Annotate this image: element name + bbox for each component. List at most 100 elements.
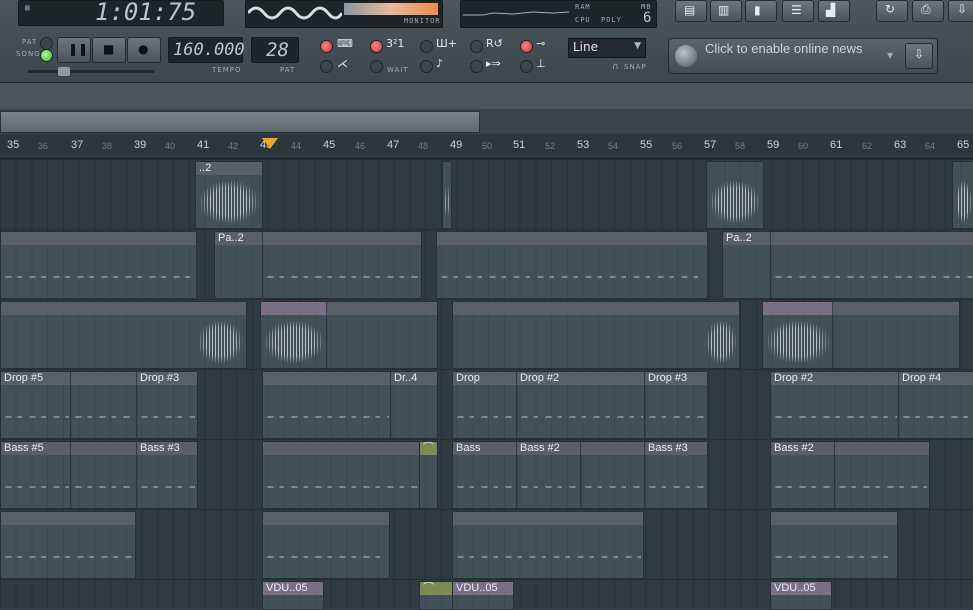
pattern-clip[interactable]: Bass #5 [0, 441, 72, 509]
countdown-toggle[interactable] [370, 40, 383, 53]
clip-header [835, 442, 929, 455]
pattern-clip[interactable] [580, 441, 646, 509]
pattern-clip[interactable] [262, 231, 422, 299]
snap-select[interactable]: Line ▼ [568, 38, 646, 58]
playlist-track-1[interactable] [0, 159, 973, 230]
stop-button[interactable]: ■ [92, 37, 126, 63]
scrollbar-thumb[interactable] [0, 111, 480, 133]
automation-clip[interactable]: ⌒ [419, 441, 438, 509]
pattern-clip[interactable]: Drop #2 [516, 371, 646, 439]
audio-clip[interactable] [442, 161, 452, 229]
save-button[interactable]: ⎙ [912, 0, 944, 22]
audio-clip[interactable] [952, 161, 973, 229]
clip-name: Bass [453, 442, 517, 455]
pattern-clip[interactable] [436, 231, 708, 299]
piano-roll-button[interactable]: ▮ [745, 0, 777, 22]
pattern-clip[interactable]: Drop #5 [0, 371, 72, 439]
step-sequencer-button[interactable]: ▥ [710, 0, 742, 22]
pattern-clip[interactable]: Pa..2 [722, 231, 772, 299]
playlist-area[interactable]: ..2 Pa..2 Pa..2 Drop #5 Drop #3 Dr..4 Dr… [0, 159, 973, 610]
stop-icon: ■ [103, 42, 115, 56]
timeline-ruler[interactable]: 35 36 37 38 39 40 41 42 43 44 45 46 47 4… [0, 134, 973, 159]
pattern-clip[interactable]: Drop [452, 371, 518, 439]
pattern-clip[interactable]: Drop #4 [898, 371, 973, 439]
pattern-clip[interactable]: Bass [452, 441, 518, 509]
bar-number: 48 [418, 141, 429, 151]
automation-toggle[interactable] [420, 60, 433, 73]
poly-value: 6 [643, 10, 652, 26]
audio-clip[interactable] [762, 301, 834, 369]
pattern-notes [455, 528, 641, 576]
audio-clip[interactable]: VDU..05 [452, 581, 514, 610]
wait-toggle[interactable] [370, 60, 383, 73]
tempo-display[interactable]: 160.000 [168, 37, 245, 63]
cpu-graph-icon [463, 11, 569, 16]
browser-button[interactable]: ☰ [782, 0, 814, 22]
playlist-window-button[interactable]: ▤ [675, 0, 707, 22]
bar-number: 49 [450, 139, 463, 151]
automation-icon: ⌒ [420, 442, 437, 455]
audio-clip[interactable]: VDU..05 [770, 581, 832, 610]
pattern-display[interactable]: 28 [251, 37, 299, 63]
metronome-toggle[interactable] [320, 60, 333, 73]
snap-value: Line [573, 40, 599, 54]
loop-record-toggle[interactable] [470, 40, 483, 53]
audio-clip[interactable] [260, 301, 328, 369]
news-download-button[interactable]: ⇩ [905, 43, 933, 69]
poly-label: POLY [601, 16, 622, 24]
pattern-clip[interactable]: Drop #2 [770, 371, 900, 439]
master-pitch-handle[interactable] [58, 67, 70, 76]
song-time-display[interactable]: ▦ 1:01:75 [18, 0, 224, 26]
undo-button[interactable]: ↻ [876, 0, 908, 22]
audio-clip[interactable]: ..2 [195, 161, 263, 229]
master-pitch-slider[interactable] [28, 67, 154, 76]
pattern-clip[interactable] [70, 371, 138, 439]
pattern-clip[interactable]: Bass #2 [770, 441, 836, 509]
pattern-clip[interactable] [70, 441, 138, 509]
render-button[interactable]: ⇩ [948, 0, 973, 22]
waveform [709, 180, 761, 224]
news-dropdown-icon[interactable]: ▼ [887, 51, 893, 60]
blend-notes-toggle[interactable] [520, 40, 533, 53]
pattern-clip[interactable] [834, 441, 930, 509]
master-monitor[interactable]: MONITOR [245, 0, 443, 28]
pattern-clip[interactable] [452, 511, 644, 579]
playhead-marker[interactable] [262, 138, 278, 149]
step-edit-toggle[interactable] [420, 40, 433, 53]
bar-number: 65 [957, 139, 970, 151]
audio-clip[interactable] [326, 301, 438, 369]
pattern-clip[interactable]: Drop #3 [136, 371, 198, 439]
song-mode-radio[interactable] [40, 49, 53, 62]
audio-clip[interactable] [706, 161, 764, 229]
automation-clip[interactable]: ⌒ [419, 581, 453, 610]
mixer-button[interactable]: ▟ [818, 0, 850, 22]
pattern-clip[interactable]: Drop #3 [644, 371, 708, 439]
online-news-panel[interactable]: Click to enable online news ▼ ⇩ [668, 38, 938, 74]
multilink-toggle[interactable] [520, 60, 533, 73]
pattern-clip[interactable] [0, 511, 136, 579]
pattern-clip[interactable] [262, 511, 390, 579]
automation-icon: ⌒ [420, 582, 452, 595]
scroll-toggle[interactable] [470, 60, 483, 73]
pattern-clip[interactable] [262, 441, 420, 509]
pattern-clip[interactable] [262, 371, 392, 439]
pause-button[interactable]: ❚❚ [57, 37, 91, 63]
typing-keyboard-toggle[interactable] [320, 40, 333, 53]
hint-bar [0, 83, 973, 109]
audio-clip[interactable] [832, 301, 960, 369]
pattern-clip[interactable]: Bass #3 [644, 441, 708, 509]
audio-clip[interactable]: VDU..05 [262, 581, 324, 610]
pattern-clip[interactable]: Pa..2 [214, 231, 264, 299]
pattern-clip[interactable]: Bass #2 [516, 441, 582, 509]
pattern-clip[interactable]: Dr..4 [390, 371, 438, 439]
audio-clip[interactable] [452, 301, 740, 369]
audio-clip[interactable] [0, 301, 247, 369]
pattern-notes [647, 458, 705, 506]
record-button[interactable]: ● [127, 37, 161, 63]
pattern-clip[interactable] [770, 511, 898, 579]
pattern-clip[interactable]: Bass #3 [136, 441, 198, 509]
snap-label: SNAP [624, 63, 647, 71]
blend-icon: ⊸ [536, 37, 546, 50]
pattern-clip[interactable] [0, 231, 197, 299]
pattern-clip[interactable] [770, 231, 973, 299]
